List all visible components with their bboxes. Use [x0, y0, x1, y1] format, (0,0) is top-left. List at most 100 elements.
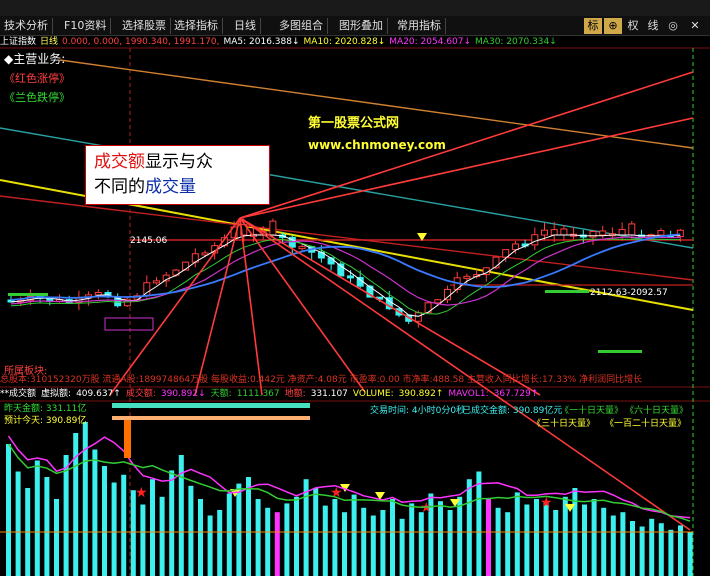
- volume-bar: [361, 507, 367, 576]
- red-limit-up-link[interactable]: 《红色涨停》: [4, 70, 70, 86]
- day-amount-value: 1111.367: [236, 389, 280, 399]
- volume-bar: [457, 496, 463, 576]
- callout-box: 成交额显示与众 不同的成交量: [85, 145, 270, 205]
- volume-ma2-line: [7, 443, 691, 522]
- ma10-line: [10, 238, 681, 315]
- volume-bar: [543, 501, 549, 576]
- volume-bar: [495, 507, 501, 576]
- volume-bar: [15, 471, 21, 576]
- today-estimate-bar-h: [112, 416, 310, 420]
- volume-bar: [188, 485, 194, 576]
- volume-bar: [236, 483, 242, 576]
- candle-body: [463, 275, 471, 279]
- volume-bar: [246, 477, 251, 576]
- candle-body: [628, 223, 636, 236]
- volume-bar: [217, 510, 223, 576]
- virtual-amount-value: 409.637↑: [76, 389, 121, 399]
- volume-bar: [601, 507, 607, 576]
- volume-bar: [44, 477, 50, 576]
- volume-bar: [284, 503, 290, 576]
- volume-bar: [150, 479, 155, 576]
- candlesticks: [7, 218, 684, 328]
- legend-120day[interactable]: 《一百二十日天量》: [605, 418, 686, 430]
- volume-bar: [620, 512, 626, 576]
- highlight-box: [104, 317, 154, 331]
- right-price-label: 2112.63-2092.57: [590, 288, 668, 298]
- volume-bar: [159, 496, 165, 576]
- amount-label: 成交额:: [125, 389, 156, 399]
- volume-bar: [649, 518, 655, 576]
- volume-bar: [668, 529, 674, 576]
- watermark-cn: 第一股票公式网: [308, 116, 400, 131]
- volume-bar: [342, 512, 347, 576]
- volume-bar: [140, 504, 146, 576]
- volume-bar: [121, 474, 127, 576]
- candle-body: [414, 312, 422, 322]
- volume-bar: [390, 499, 395, 576]
- volume-bar: [63, 455, 69, 576]
- volume-bars: ★ ★★ ★: [6, 422, 693, 576]
- today-estimate-bar: [124, 420, 131, 458]
- virtual-amount-label: 虚拟额:: [41, 389, 72, 399]
- volume-bar: [265, 507, 271, 576]
- candle-body: [444, 288, 451, 301]
- candle-body: [153, 280, 160, 284]
- volume-bar: [524, 504, 530, 576]
- volume-star-icon: ★: [135, 485, 148, 501]
- volume-bar: [399, 518, 405, 576]
- candle-body: [550, 229, 558, 236]
- day-amount-label: 天额:: [210, 389, 232, 399]
- volume-bar: [562, 496, 568, 576]
- legend-30day[interactable]: 《三十日天量》: [532, 418, 595, 430]
- volume-value: 390.892↑: [398, 389, 444, 399]
- callout-blue-text: 成交量: [145, 177, 196, 197]
- callout-black-text: 显示与众: [145, 152, 213, 172]
- volume-bar: [438, 501, 443, 576]
- candle-body: [511, 243, 519, 251]
- volume-bar: [322, 505, 328, 576]
- candle-body: [531, 234, 539, 246]
- legend-10day[interactable]: 《一十日天量》: [560, 405, 623, 417]
- volume-bar: [82, 422, 88, 576]
- candle-body: [434, 299, 442, 304]
- volume-bar: [351, 494, 357, 576]
- volume-bar: [111, 482, 117, 576]
- candle-body: [541, 229, 548, 236]
- volume-bar: [370, 515, 376, 576]
- volume-bar: [332, 499, 338, 576]
- volume-bar: [130, 490, 136, 576]
- volume-bar: [591, 499, 597, 576]
- volume-bar: [303, 479, 309, 576]
- volume-label: VOLUME:: [352, 389, 394, 399]
- volume-bar: [169, 470, 175, 576]
- today-estimate: 预计今天: 390.89亿: [4, 416, 87, 426]
- candle-body: [657, 230, 665, 236]
- fundamentals-line: 总股本:310152320万股 流通A股:189974864万股 每股收益:0.…: [0, 375, 643, 385]
- volume-bar: [610, 515, 616, 576]
- callout-line-2: 不同的成交量: [94, 175, 261, 200]
- blue-limit-down-link[interactable]: 《兰色跌停》: [4, 89, 70, 105]
- volume-bar: [418, 512, 424, 576]
- volume-ma1-line: [7, 435, 691, 519]
- volume-bar: [6, 444, 11, 576]
- candle-body: [589, 230, 597, 238]
- amount-value: 390.892↓: [160, 389, 206, 399]
- mavol-value: 367.729↑: [493, 389, 539, 399]
- volume-bar: [274, 512, 280, 576]
- trend-line-red: [0, 195, 694, 281]
- trade-time: 交易时间: 4小时0分0秒: [370, 406, 466, 416]
- volume-bar: [553, 510, 559, 576]
- volume-bar: [476, 471, 482, 576]
- candle-body: [327, 257, 335, 265]
- candle-body: [347, 275, 354, 279]
- candle-body: [269, 220, 277, 236]
- support-block-left: [8, 293, 48, 296]
- candle-body: [560, 228, 568, 236]
- legend-60day[interactable]: 《六十日天量》: [625, 405, 688, 417]
- done-amount: 已成交金额: 390.89亿元: [462, 406, 563, 416]
- volume-bar: [505, 512, 511, 576]
- volume-bar: [102, 466, 107, 576]
- callout-line-1: 成交额显示与众: [94, 150, 261, 175]
- volume-bar: [447, 510, 453, 576]
- volume-bar: [380, 510, 386, 576]
